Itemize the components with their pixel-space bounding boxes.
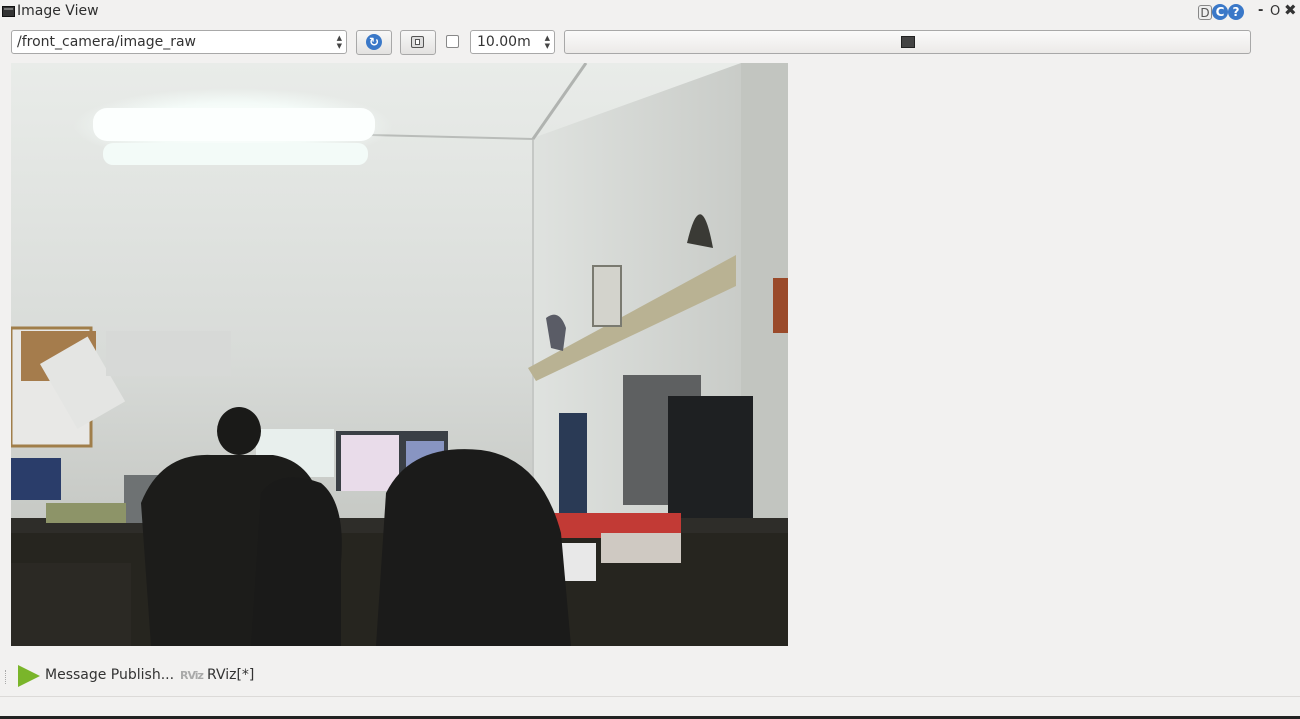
- window-title: Image View: [17, 3, 99, 19]
- save-icon: [411, 36, 424, 48]
- title-bar: Image View D C ? - O ✖: [0, 0, 1300, 24]
- refresh-icon: ↻: [366, 34, 382, 50]
- divider: [0, 696, 1300, 697]
- help-icon[interactable]: ?: [1228, 4, 1244, 20]
- rviz-tab[interactable]: RViz[*]: [207, 667, 254, 683]
- topic-select[interactable]: /front_camera/image_raw ▲ ▼: [11, 30, 347, 54]
- d-icon[interactable]: D: [1198, 5, 1212, 20]
- refresh-topics-button[interactable]: ↻: [356, 30, 392, 55]
- float-button[interactable]: O: [1270, 4, 1280, 20]
- camera-image: [11, 63, 788, 646]
- reload-plugin-icon[interactable]: C: [1212, 4, 1228, 20]
- rotation-spinbox[interactable]: 10.00m ▲ ▼: [470, 30, 555, 54]
- image-slider[interactable]: [564, 30, 1251, 54]
- slider-handle[interactable]: [901, 36, 915, 48]
- minimize-button[interactable]: -: [1258, 3, 1263, 19]
- camera-image-view: [11, 63, 788, 646]
- toolbar: /front_camera/image_raw ▲ ▼ ↻ 10.00m ▲ ▼: [0, 28, 1300, 58]
- play-icon[interactable]: [18, 665, 40, 687]
- toolbar-grip[interactable]: [5, 670, 9, 684]
- rviz-icon: RViz: [180, 669, 204, 682]
- save-image-button[interactable]: [400, 30, 436, 55]
- window-icon: [2, 6, 15, 17]
- smooth-scaling-checkbox[interactable]: [446, 35, 459, 48]
- message-publisher-tab[interactable]: Message Publish...: [45, 667, 174, 683]
- topic-select-value: /front_camera/image_raw: [17, 34, 196, 50]
- spin-arrows-icon: ▲ ▼: [544, 34, 550, 50]
- rotation-value: 10.00m: [477, 34, 531, 50]
- close-button[interactable]: ✖: [1284, 2, 1297, 18]
- plugin-bar: Message Publish... RViz RViz[*]: [0, 660, 1300, 694]
- updown-arrows-icon: ▲ ▼: [336, 34, 342, 50]
- title-bar-controls: D C ? - O ✖: [1198, 2, 1300, 22]
